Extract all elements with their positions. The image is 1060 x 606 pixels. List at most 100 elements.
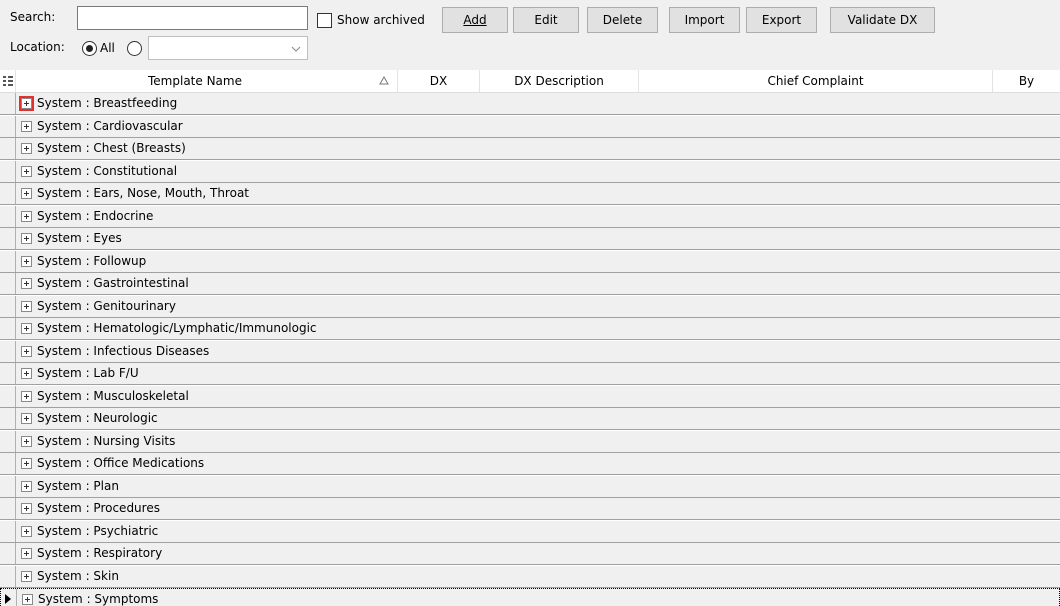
column-header-template-name[interactable]: Template Name	[16, 70, 398, 92]
table-row[interactable]: System : Psychiatric	[0, 520, 1060, 543]
expand-plus-icon[interactable]	[21, 368, 32, 379]
table-row[interactable]: System : Ears, Nose, Mouth, Throat	[0, 183, 1060, 205]
expand-plus-icon[interactable]	[21, 210, 32, 222]
column-header-dx-description[interactable]: DX Description	[480, 70, 639, 92]
row-header[interactable]	[0, 385, 16, 407]
export-button[interactable]: Export	[746, 7, 817, 33]
location-specific-radio[interactable]	[127, 41, 142, 56]
expand-plus-icon[interactable]	[21, 548, 32, 559]
row-header[interactable]	[1, 589, 17, 606]
row-template-name: System : Genitourinary	[37, 298, 176, 313]
row-template-name: System : Breastfeeding	[37, 96, 178, 110]
expand-plus-icon[interactable]	[21, 525, 32, 537]
row-template-name: System : Respiratory	[37, 546, 163, 560]
expand-plus-icon[interactable]	[21, 458, 32, 469]
expand-plus-icon[interactable]	[21, 278, 32, 289]
row-header[interactable]	[0, 340, 16, 362]
column-chooser[interactable]	[0, 70, 16, 92]
table-row[interactable]: System : Followup	[0, 250, 1060, 273]
expand-plus-icon[interactable]	[21, 323, 32, 334]
expand-plus-icon[interactable]	[21, 188, 32, 199]
row-header[interactable]	[0, 93, 16, 114]
expand-plus-icon[interactable]	[21, 300, 32, 312]
add-button-label: Add	[463, 13, 487, 27]
expand-plus-icon[interactable]	[21, 255, 32, 267]
row-header[interactable]	[0, 453, 16, 474]
row-template-name: System : Ears, Nose, Mouth, Throat	[37, 186, 249, 200]
search-input[interactable]	[77, 6, 308, 30]
expand-plus-icon[interactable]	[21, 413, 32, 424]
delete-button[interactable]: Delete	[587, 7, 658, 33]
row-header[interactable]	[0, 295, 16, 317]
row-header[interactable]	[0, 228, 16, 249]
table-row[interactable]: System : Office Medications	[0, 453, 1060, 475]
column-header-by[interactable]: By	[993, 70, 1060, 92]
expand-plus-icon[interactable]	[21, 165, 32, 177]
validate-dx-button[interactable]: Validate DX	[830, 7, 935, 33]
table-row[interactable]: System : Lab F/U	[0, 363, 1060, 385]
expand-plus-icon[interactable]	[22, 594, 33, 605]
location-select[interactable]	[148, 36, 308, 60]
expand-plus-icon[interactable]	[21, 480, 32, 492]
column-chooser-icon	[2, 76, 13, 86]
column-header-dx-label: DX	[429, 74, 448, 88]
row-template-name: System : Endocrine	[37, 208, 154, 223]
table-row[interactable]: System : Endocrine	[0, 205, 1060, 228]
expand-plus-icon[interactable]	[21, 390, 32, 402]
row-header[interactable]	[0, 160, 16, 182]
row-header[interactable]	[0, 565, 16, 587]
table-row[interactable]: System : Genitourinary	[0, 295, 1060, 318]
table-row[interactable]: System : Infectious Diseases	[0, 340, 1060, 363]
row-header[interactable]	[0, 543, 16, 564]
row-header[interactable]	[0, 138, 16, 159]
row-header[interactable]	[0, 498, 16, 519]
row-header[interactable]	[0, 115, 16, 137]
row-header[interactable]	[0, 408, 16, 429]
row-template-name: System : Skin	[37, 568, 119, 583]
row-header[interactable]	[0, 250, 16, 272]
table-row[interactable]: System : Respiratory	[0, 543, 1060, 565]
import-button[interactable]: Import	[669, 7, 740, 33]
expand-plus-icon[interactable]	[19, 96, 34, 111]
expand-plus-icon[interactable]	[21, 345, 32, 357]
row-header[interactable]	[0, 273, 16, 294]
expand-plus-icon[interactable]	[21, 233, 32, 244]
column-header-chief-complaint[interactable]: Chief Complaint	[639, 70, 993, 92]
show-archived-checkbox[interactable]	[317, 13, 332, 28]
table-row[interactable]: System : Gastrointestinal	[0, 273, 1060, 295]
row-header[interactable]	[0, 430, 16, 452]
row-header[interactable]	[0, 205, 16, 227]
row-template-name: System : Musculoskeletal	[37, 388, 189, 403]
validate-dx-button-label: Validate DX	[847, 13, 918, 27]
show-archived-label: Show archived	[337, 13, 425, 27]
table-row[interactable]: System : Symptoms	[0, 588, 1060, 606]
table-row[interactable]: System : Plan	[0, 475, 1060, 498]
expand-plus-icon[interactable]	[21, 503, 32, 514]
row-header[interactable]	[0, 475, 16, 497]
table-row[interactable]: System : Hematologic/Lymphatic/Immunolog…	[0, 318, 1060, 340]
table-row[interactable]: System : Constitutional	[0, 160, 1060, 183]
table-row[interactable]: System : Breastfeeding	[0, 93, 1060, 115]
table-row[interactable]: System : Neurologic	[0, 408, 1060, 430]
expand-plus-icon[interactable]	[21, 143, 32, 154]
table-row[interactable]: System : Chest (Breasts)	[0, 138, 1060, 160]
location-all-radio[interactable]	[82, 41, 97, 56]
templates-grid[interactable]: Template Name DX DX Description Chief Co…	[0, 70, 1060, 606]
row-header[interactable]	[0, 183, 16, 204]
table-row[interactable]: System : Eyes	[0, 228, 1060, 250]
table-row[interactable]: System : Skin	[0, 565, 1060, 588]
row-header[interactable]	[0, 520, 16, 542]
add-button[interactable]: Add	[442, 7, 508, 33]
expand-plus-icon[interactable]	[21, 120, 32, 132]
table-row[interactable]: System : Cardiovascular	[0, 115, 1060, 138]
column-header-dx[interactable]: DX	[398, 70, 480, 92]
table-row[interactable]: System : Musculoskeletal	[0, 385, 1060, 408]
table-row[interactable]: System : Procedures	[0, 498, 1060, 520]
row-header[interactable]	[0, 363, 16, 384]
expand-plus-icon[interactable]	[21, 435, 32, 447]
expand-plus-icon[interactable]	[21, 570, 32, 582]
edit-button[interactable]: Edit	[513, 7, 579, 33]
import-button-label: Import	[684, 13, 725, 27]
row-header[interactable]	[0, 318, 16, 339]
table-row[interactable]: System : Nursing Visits	[0, 430, 1060, 453]
